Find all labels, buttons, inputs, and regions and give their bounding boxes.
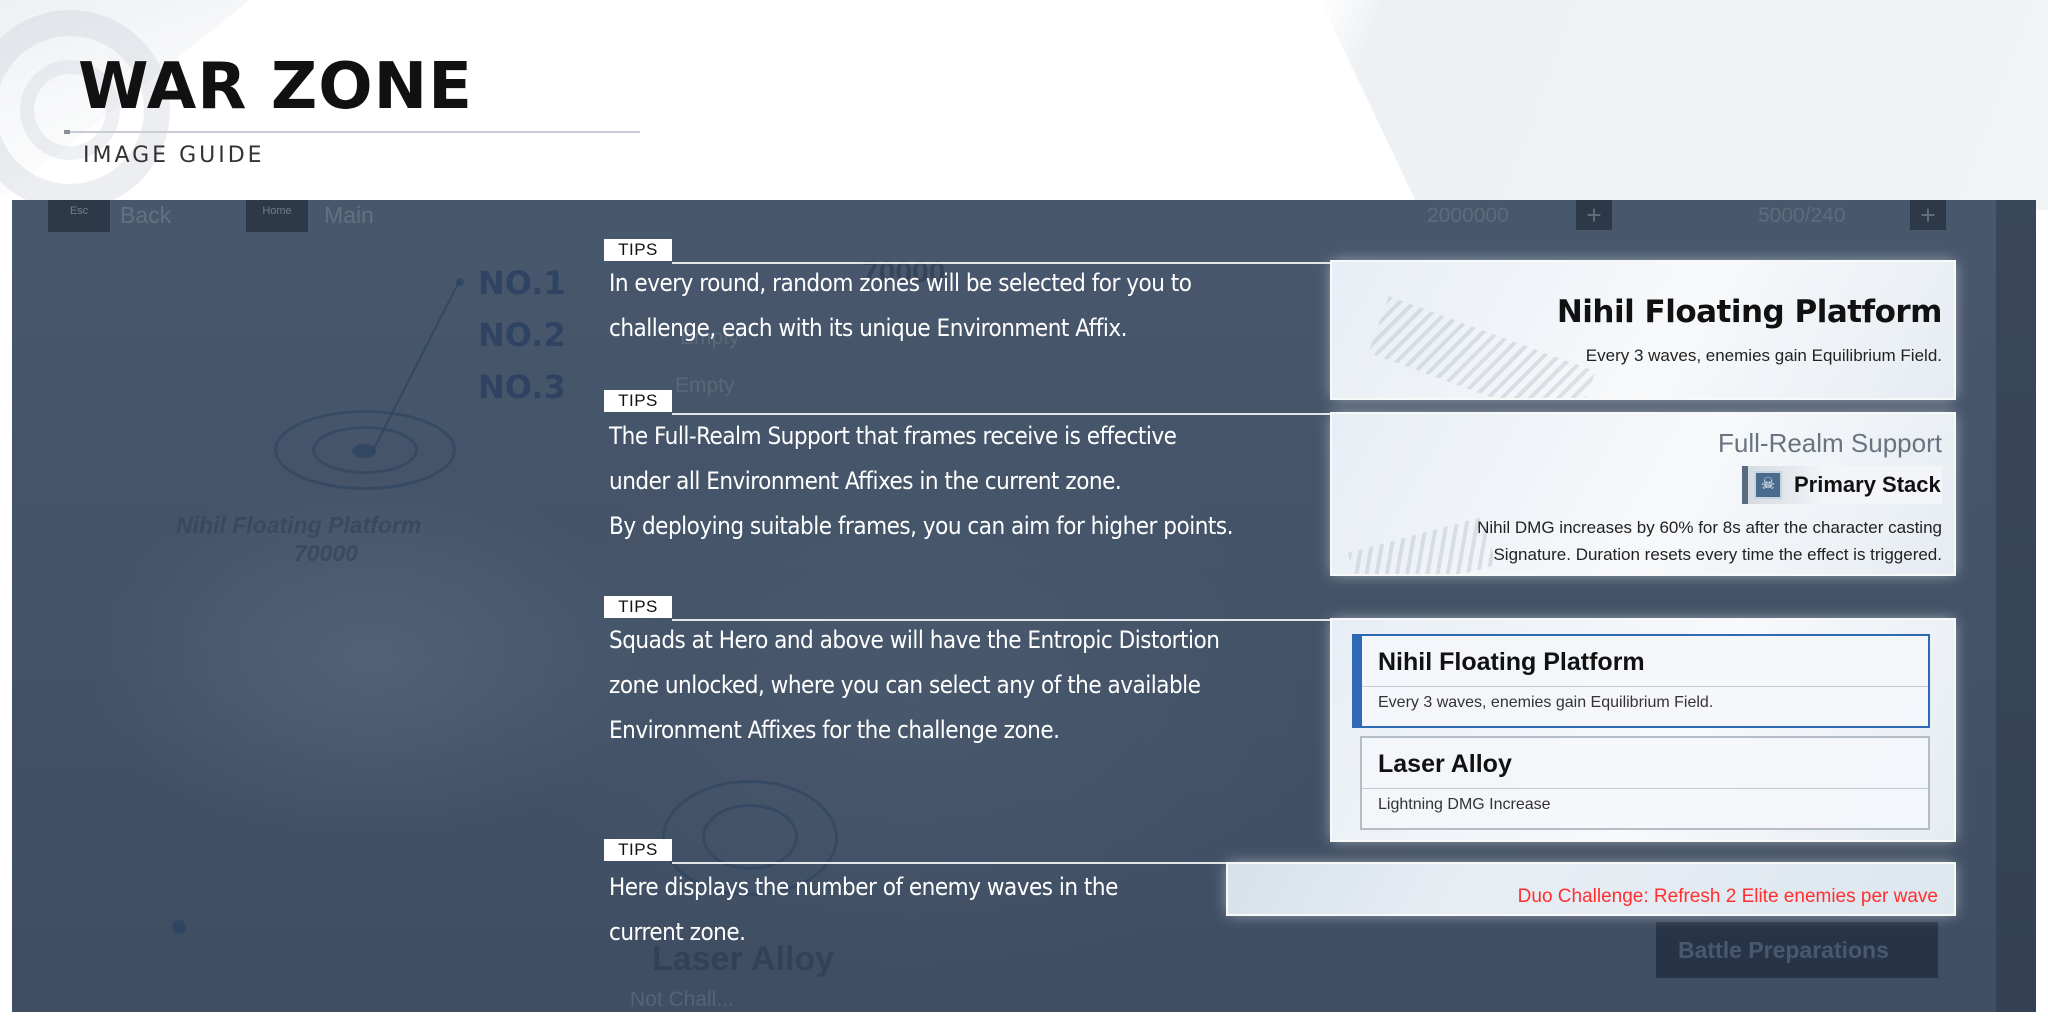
affix-option-selected[interactable]: Nihil Floating Platform Every 3 waves, e…: [1360, 634, 1930, 728]
support-desc-line-1: Nihil DMG increases by 60% for 8s after …: [1477, 518, 1942, 537]
affix-divider: [1362, 788, 1928, 789]
tip-3-line-1: Squads at Hero and above will have the E…: [609, 626, 1220, 654]
tip-2-line-1: The Full-Realm Support that frames recei…: [609, 422, 1177, 450]
affix-desc: Every 3 waves, enemies gain Equilibrium …: [1378, 694, 1714, 711]
support-title: Full-Realm Support: [1718, 428, 1942, 458]
tip-2-line-3: By deploying suitable frames, you can ai…: [609, 512, 1233, 540]
zone-name-desc: Every 3 waves, enemies gain Equilibrium …: [1585, 346, 1942, 365]
header-panel-decoration: [1320, 0, 2048, 210]
page-subtitle: IMAGE GUIDE: [83, 143, 265, 168]
tip-3-tag: TIPS: [604, 596, 672, 618]
full-realm-support-panel: Full-Realm Support ☠ Primary Stack Nihil…: [1332, 414, 1954, 574]
tip-1-line-1: In every round, random zones will be sel…: [609, 269, 1192, 297]
title-divider: [64, 131, 640, 133]
enemy-waves-panel: Duo Challenge: Refresh 2 Elite enemies p…: [1228, 864, 1954, 914]
affix-divider: [1362, 686, 1928, 687]
affix-title: Nihil Floating Platform: [1378, 648, 1645, 676]
skull-icon: ☠: [1754, 471, 1782, 499]
tip-2-tag: TIPS: [604, 390, 672, 412]
tip-4-tag: TIPS: [604, 839, 672, 861]
tip-4-line-2: current zone.: [609, 918, 746, 946]
affix-desc: Lightning DMG Increase: [1378, 796, 1551, 813]
tip-3-line-2: zone unlocked, where you can select any …: [609, 671, 1201, 699]
zone-name-panel: Nihil Floating Platform Every 3 waves, e…: [1332, 262, 1954, 398]
tip-1-tag: TIPS: [604, 239, 672, 261]
primary-stack-badge: ☠ Primary Stack: [1742, 466, 1942, 504]
zone-name-title: Nihil Floating Platform: [1556, 294, 1943, 330]
support-desc-line-2: Signature. Duration resets every time th…: [1493, 545, 1942, 564]
primary-stack-label: Primary Stack: [1794, 472, 1941, 497]
right-edge-strip: [1996, 200, 2036, 1012]
tip-4-rule: [672, 862, 1227, 864]
affix-title: Laser Alloy: [1378, 750, 1512, 778]
enemy-waves-text: Duo Challenge: Refresh 2 Elite enemies p…: [1517, 886, 1938, 907]
tip-1-text: In every round, random zones will be sel…: [609, 261, 1329, 351]
tip-3-line-3: Environment Affixes for the challenge zo…: [609, 716, 1060, 744]
title-divider-mark: [64, 130, 70, 134]
tip-1-line-2: challenge, each with its unique Environm…: [609, 314, 1127, 342]
tip-2-line-2: under all Environment Affixes in the cur…: [609, 467, 1122, 495]
affix-option[interactable]: Laser Alloy Lightning DMG Increase: [1360, 736, 1930, 830]
tip-4-line-1: Here displays the number of enemy waves …: [609, 873, 1118, 901]
support-desc: Nihil DMG increases by 60% for 8s after …: [1382, 514, 1942, 568]
page-title: WAR ZONE: [78, 50, 473, 124]
affix-selection-panel: Nihil Floating Platform Every 3 waves, e…: [1332, 620, 1954, 840]
tip-4-text: Here displays the number of enemy waves …: [609, 865, 1329, 955]
tip-3-text: Squads at Hero and above will have the E…: [609, 618, 1329, 753]
tip-2-text: The Full-Realm Support that frames recei…: [609, 414, 1329, 549]
